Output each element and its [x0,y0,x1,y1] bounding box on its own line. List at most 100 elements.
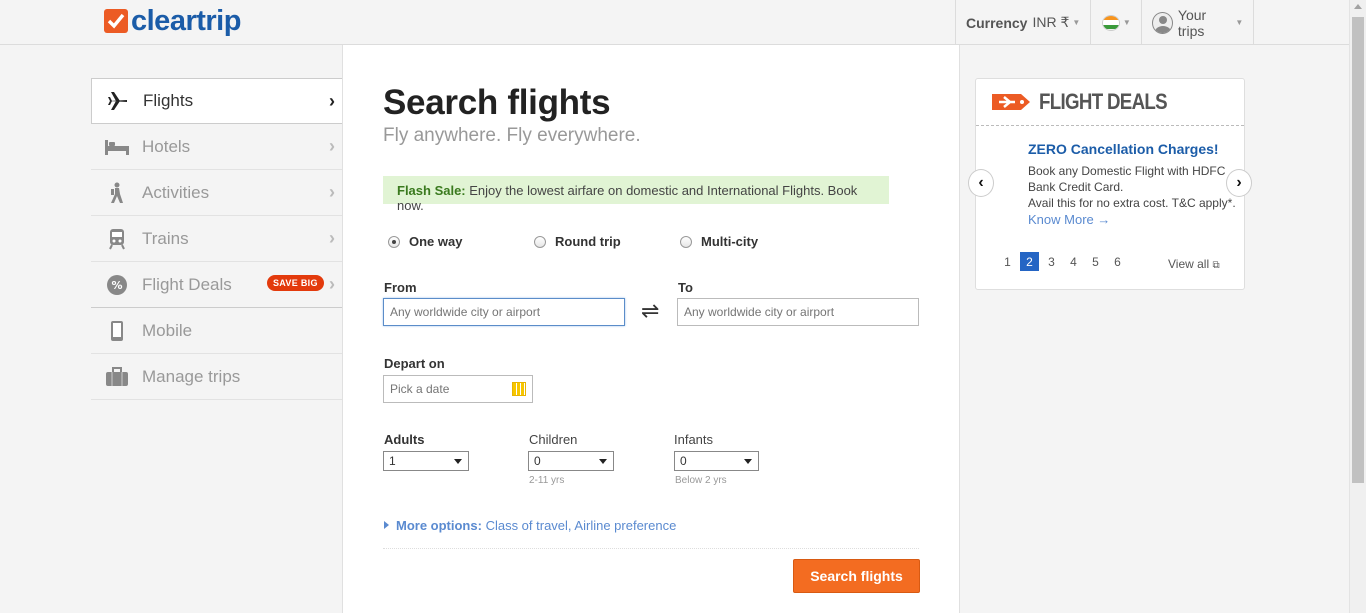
swap-icon[interactable]: ⇌ [641,298,659,324]
know-more-link[interactable]: Know More → [1028,212,1238,228]
briefcase-icon [104,366,130,388]
calendar-icon[interactable] [512,382,526,396]
page-link-current[interactable]: 2 [1020,252,1039,271]
nav-label: Flights [143,91,194,110]
to-field[interactable] [677,298,919,326]
from-label: From [384,280,417,295]
flight-search-panel: Search flights Fly anywhere. Fly everywh… [342,45,960,613]
adults-value: 1 [389,454,396,468]
dropdown-arrow-icon [599,459,607,464]
nav-item-mobile[interactable]: Mobile [91,308,343,354]
adults-select[interactable]: 1 [383,451,469,471]
trip-type-group: One way Round trip Multi-city [388,234,826,249]
dropdown-arrow-icon [744,459,752,464]
trip-type-multi-city[interactable]: Multi-city [680,234,826,249]
page-link[interactable]: 4 [1064,252,1083,271]
checkmark-logo-icon [104,9,128,33]
radio-unselected[interactable] [680,235,692,248]
children-label: Children [529,432,578,447]
prev-deal-button[interactable]: ‹ [968,169,994,197]
radio-unselected[interactable] [534,235,546,248]
deal-text-2: Avail this for no extra cost. T&C apply*… [1028,196,1236,210]
chevron-right-icon: › [329,91,335,111]
logo-text: cleartrip [131,5,241,37]
trip-type-label: One way [409,234,463,249]
dropdown-arrow-icon [454,459,462,464]
cleartrip-logo[interactable]: cleartrip [104,5,241,37]
your-trips-menu[interactable]: Your trips ▼ [1141,0,1255,45]
scrollbar-thumb[interactable] [1352,17,1364,483]
more-options-label: More options: [396,518,482,533]
chevron-right-icon: › [329,136,335,156]
product-nav: Flights › Hotels › Activities › Trains ›… [91,78,343,400]
nav-item-activities[interactable]: Activities › [91,170,343,216]
view-all-label: View all [1168,257,1210,271]
chevron-right-icon: › [329,228,335,248]
from-field[interactable] [383,298,625,326]
external-link-icon: ⧉ [1212,260,1220,271]
your-trips-label: Your trips [1177,6,1207,39]
children-value: 0 [534,454,541,468]
page-link[interactable]: 1 [998,252,1017,271]
bed-icon [104,136,130,158]
more-options-text: Class of travel, Airline preference [485,518,677,533]
nav-item-manage-trips[interactable]: Manage trips [91,354,343,400]
nav-item-trains[interactable]: Trains › [91,216,343,262]
infants-hint: Below 2 yrs [675,475,727,486]
hiker-icon [104,182,130,204]
page-link[interactable]: 6 [1108,252,1127,271]
flash-sale-label: Flash Sale: [397,183,466,198]
deals-title: FLIGHT DEALS [1039,89,1168,114]
to-label: To [678,280,693,295]
divider [383,548,919,549]
infants-select[interactable]: 0 [674,451,759,471]
user-avatar-icon [1152,11,1173,34]
flash-sale-banner[interactable]: Flash Sale: Enjoy the lowest airfare on … [383,176,889,213]
nav-item-hotels[interactable]: Hotels › [91,124,343,170]
nav-item-flights[interactable]: Flights › [91,78,343,124]
train-icon [104,228,130,250]
plane-tag-icon [991,92,1031,112]
nav-label: Mobile [142,320,193,340]
depart-label: Depart on [384,356,445,371]
deal-title[interactable]: ZERO Cancellation Charges! [1028,141,1238,157]
top-header: cleartrip Currency INR ₹ ▼ ▼ Your trips … [0,0,1349,45]
page-link[interactable]: 5 [1086,252,1105,271]
nav-label: Trains [142,228,189,248]
currency-label: Currency [966,14,1028,31]
chevron-right-icon: › [329,274,335,294]
country-selector[interactable]: ▼ [1090,0,1141,45]
currency-selector[interactable]: Currency INR ₹ ▼ [955,0,1090,45]
infants-value: 0 [680,454,687,468]
radio-selected[interactable] [388,235,400,248]
infants-label: Infants [674,432,714,447]
deals-header: FLIGHT DEALS [976,79,1244,126]
scroll-up-arrow-icon[interactable] [1354,4,1362,9]
search-flights-button[interactable]: Search flights [793,559,920,593]
mobile-icon [104,320,130,342]
flash-sale-text: Enjoy the lowest airfare on domestic and… [397,183,858,213]
chevron-right-icon: › [329,182,335,202]
deal-text-1: Book any Domestic Flight with HDFC Bank … [1028,164,1226,194]
trip-type-label: Multi-city [701,234,759,249]
trip-type-round-trip[interactable]: Round trip [534,234,680,249]
deals-pager: 1 2 3 4 5 6 [998,252,1130,271]
currency-value: INR ₹ [1032,14,1070,30]
trip-type-one-way[interactable]: One way [388,234,534,249]
nav-label: Flight Deals [142,274,232,294]
chevron-down-icon: ▼ [1122,18,1131,27]
chevron-down-icon: ▼ [1235,18,1244,27]
percent-badge-icon: % [104,274,130,296]
more-options-toggle[interactable]: More options: Class of travel, Airline p… [384,518,676,533]
trip-type-label: Round trip [555,234,621,249]
children-hint: 2-11 yrs [529,475,565,486]
nav-item-flight-deals[interactable]: % Flight Deals SAVE BIG › [91,262,343,308]
svg-text:%: % [111,279,122,292]
depart-date-field[interactable] [383,375,533,403]
page-scrollbar[interactable] [1349,0,1366,613]
children-select[interactable]: 0 [528,451,614,471]
flight-deals-widget: FLIGHT DEALS ‹ › ZERO Cancellation Charg… [968,78,1252,290]
deal-card: ZERO Cancellation Charges! Book any Dome… [1028,141,1238,228]
view-all-link[interactable]: View all ⧉ [1168,257,1220,271]
page-link[interactable]: 3 [1042,252,1061,271]
